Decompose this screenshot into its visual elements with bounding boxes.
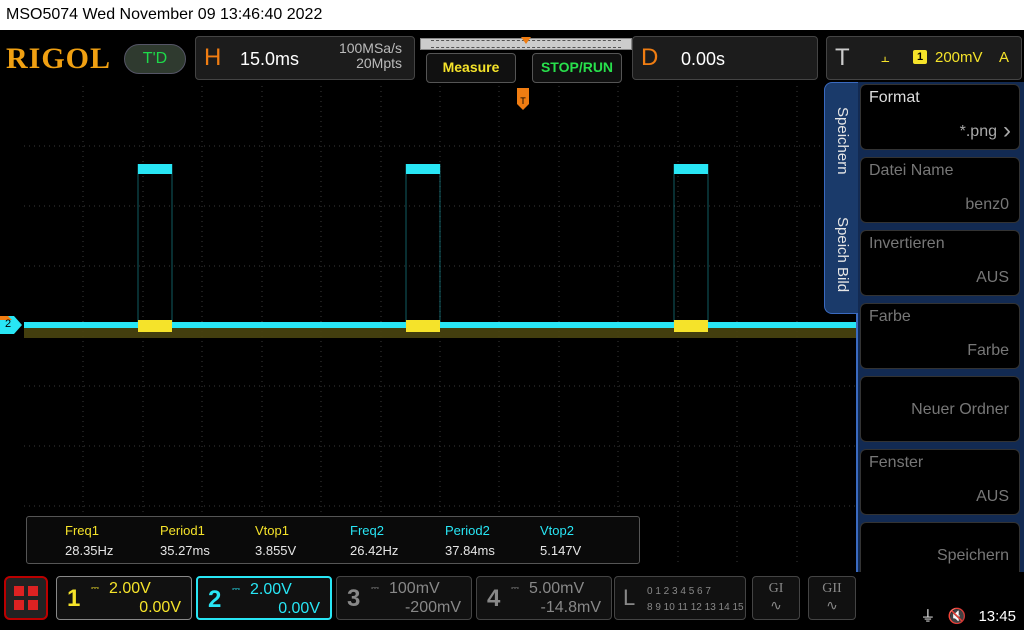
trigger-panel[interactable]: T ⫠ 1 200mV A [826,36,1022,80]
horizontal-label: H [204,44,222,71]
trigger-source-badge: 1 [913,50,927,64]
triggered-status-badge: T'D [124,44,186,74]
sine-wave-icon: ∿ [826,597,838,613]
dc-coupling-icon: ⎓ [232,584,240,595]
menu-neuer-ordner[interactable]: Neuer Ordner [860,376,1020,442]
trigger-label: T [835,44,850,71]
title-bar: MSO5074 Wed November 09 13:46:40 2022 [0,0,1024,30]
measurement-panel: Freq1 28.35Hz Period1 35.27ms Vtop1 3.855V … [26,516,640,564]
delay-label: D [641,44,659,71]
memory-depth: 20Mpts [356,55,402,71]
status-area: ⏚ 🔇 13:45 [912,605,1016,626]
side-tabs[interactable]: Speichern Speich Bild [824,82,858,314]
logic-analyzer-button[interactable]: L 0 1 2 3 4 5 6 7 8 9 10 11 12 13 14 15 [614,576,746,620]
channel-4-button[interactable]: 4 ⎓ 5.00mV -14.8mV [476,576,612,620]
trigger-time-marker[interactable]: T [517,88,529,110]
measure-button[interactable]: Measure [426,53,516,83]
dc-coupling-icon: ⎓ [511,583,519,594]
trigger-mode: A [999,49,1010,66]
stop-run-button[interactable]: STOP/RUN [532,53,622,83]
graticule: T [24,86,856,566]
usb-icon: ⏚ [920,608,936,625]
meas-freq2: Freq2 26.42Hz [350,523,399,558]
tab-speich-bild[interactable]: Speich Bild [834,217,851,292]
sine-wave-icon: ∿ [770,597,782,613]
meas-freq1: Freq1 28.35Hz [65,523,114,558]
meas-period1: Period1 35.27ms [160,523,210,558]
waveform-display[interactable]: T [24,86,856,566]
horizontal-timebase-panel[interactable]: H 15.0ms 100MSa/s 20Mpts [195,36,415,80]
dc-coupling-icon: ⎓ [371,583,379,594]
tab-speichern[interactable]: Speichern [834,107,851,175]
trigger-position-marker [521,37,531,44]
top-toolbar: RIGOL T'D H 15.0ms 100MSa/s 20Mpts Measu… [0,30,1024,86]
trigger-marker-label: T [520,96,526,106]
channel-1-button[interactable]: 1 ⎓ 2.00V 0.00V [56,576,192,620]
meas-vtop2: Vtop2 5.147V [540,523,582,558]
delay-value: 0.00s [681,49,726,69]
menu-farbe[interactable]: Farbe Farbe [860,303,1020,369]
timebase-value: 15.0ms [240,49,300,69]
delay-panel[interactable]: D 0.00s [632,36,818,80]
menu-format[interactable]: Format *.png › [860,84,1020,150]
dc-coupling-icon: ⎓ [91,583,99,594]
mute-icon[interactable]: 🔇 [948,608,967,625]
meas-period2: Period2 37.84ms [445,523,495,558]
home-menu-button[interactable] [4,576,48,620]
ch2-marker-label: 2 [5,318,12,330]
clock: 13:45 [978,608,1016,625]
menu-invertieren[interactable]: Invertieren AUS [860,230,1020,296]
sample-rate-readout: 100MSa/s 20Mpts [339,41,402,71]
generator-2-button[interactable]: GII ∿ [808,576,856,620]
sample-rate: 100MSa/s [338,40,402,56]
ch2-offset-marker[interactable]: 2 [0,316,22,334]
meas-vtop1: Vtop1 3.855V [255,523,297,558]
channel-3-button[interactable]: 3 ⎓ 100mV -200mV [336,576,472,620]
rigol-logo: RIGOL [6,42,112,75]
menu-fenster[interactable]: Fenster AUS [860,449,1020,515]
generator-1-button[interactable]: GI ∿ [752,576,800,620]
channel-2-button[interactable]: 2 ⎓ 2.00V 0.00V [196,576,332,620]
chevron-right-icon: › [1003,117,1011,144]
ch2-trace [24,164,856,328]
bottom-bar: 1 ⎓ 2.00V 0.00V 2 ⎓ 2.00V 0.00V 3 ⎓ 100m… [0,572,1024,630]
rising-edge-icon: ⫠ [881,49,890,65]
memory-overview-strip [420,37,632,50]
trigger-level: 200mV [935,49,983,66]
menu-datei-name[interactable]: Datei Name benz0 [860,157,1020,223]
